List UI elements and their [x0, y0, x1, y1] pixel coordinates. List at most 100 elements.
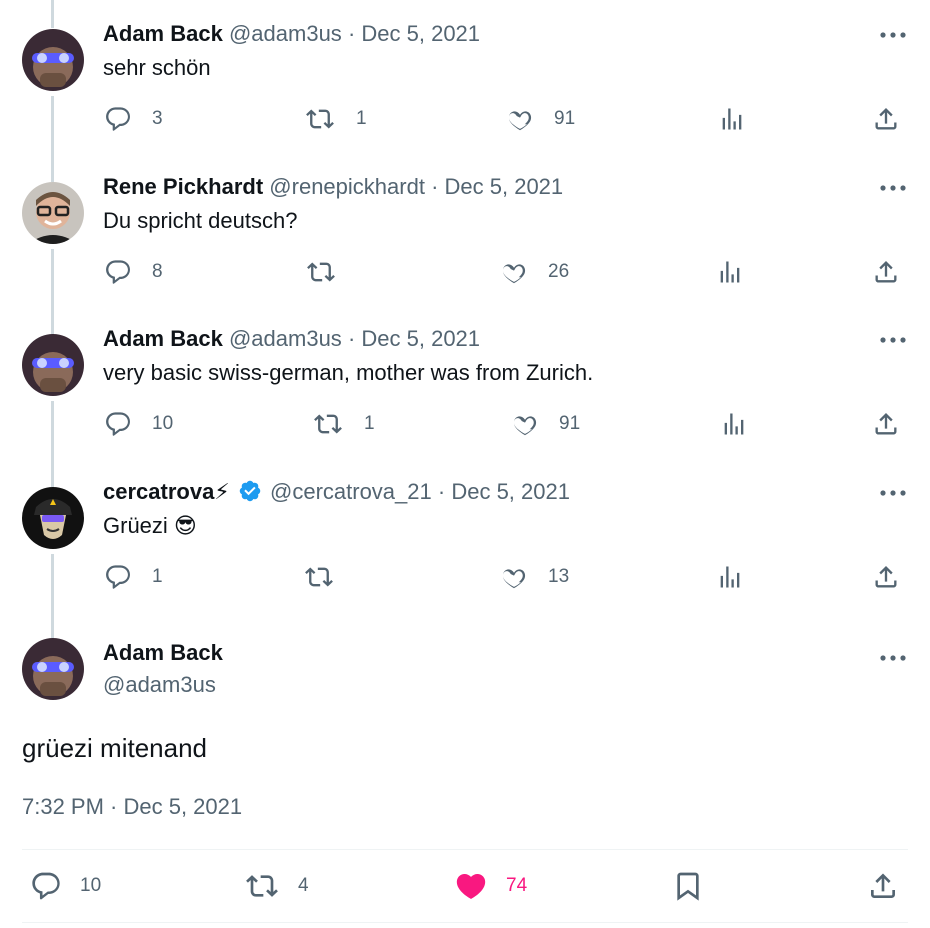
like-count: 91: [554, 108, 576, 129]
bookmark-button[interactable]: [672, 866, 704, 906]
like-icon: [500, 258, 528, 286]
more-icon[interactable]: [879, 650, 907, 661]
author-handle[interactable]: @adam3us: [229, 326, 342, 351]
views-icon: [718, 105, 746, 133]
retweet-button[interactable]: 1: [304, 103, 367, 135]
like-button[interactable]: 74: [454, 866, 527, 906]
thread-line: [51, 0, 54, 28]
like-icon: [500, 563, 528, 591]
reply-tweet[interactable]: Adam Back @adam3us · Dec 5, 2021 very ba…: [0, 326, 930, 486]
reply-button[interactable]: 10: [30, 866, 101, 906]
share-button[interactable]: [872, 256, 900, 288]
reply-tweet[interactable]: Rene Pickhardt @renepickhardt · Dec 5, 2…: [0, 174, 930, 334]
like-button[interactable]: 13: [500, 561, 569, 593]
views-button[interactable]: [718, 103, 746, 135]
views-icon: [720, 410, 748, 438]
tweet-header: Adam Back @adam3us · Dec 5, 2021: [103, 19, 480, 49]
more-icon[interactable]: [879, 180, 907, 191]
author-name[interactable]: Adam Back: [103, 326, 223, 351]
like-button[interactable]: 26: [500, 256, 569, 288]
views-button[interactable]: [720, 408, 748, 440]
like-icon: [454, 869, 488, 903]
author-name[interactable]: Adam Back: [103, 638, 223, 668]
tweet-text: sehr schön: [103, 55, 211, 80]
bookmark-icon: [672, 870, 704, 902]
reply-tweet[interactable]: cercatrova⚡ @cercatrova_21 · Dec 5, 2021…: [0, 479, 930, 639]
share-icon: [872, 410, 900, 438]
retweet-button[interactable]: 1: [312, 408, 375, 440]
avatar[interactable]: [22, 29, 84, 91]
share-icon: [872, 258, 900, 286]
retweet-icon: [305, 258, 337, 286]
reply-tweet[interactable]: Adam Back @adam3us · Dec 5, 2021 sehr sc…: [0, 21, 930, 181]
share-icon: [872, 105, 900, 133]
divider: [22, 849, 908, 850]
like-count: 26: [548, 261, 570, 282]
tweet-actions: 8 26: [0, 256, 930, 288]
separator: ·: [431, 174, 439, 199]
author-name[interactable]: cercatrova⚡: [103, 479, 230, 504]
avatar[interactable]: [22, 487, 84, 549]
author-handle[interactable]: @adam3us: [229, 21, 342, 46]
tweet-actions: 10 1 91: [0, 408, 930, 440]
reply-button[interactable]: 10: [104, 408, 173, 440]
tweet-actions: 1 13: [0, 561, 930, 593]
reply-icon: [104, 105, 132, 133]
author-name[interactable]: Rene Pickhardt: [103, 174, 263, 199]
reply-count: 1: [152, 566, 163, 587]
retweet-button[interactable]: [305, 256, 357, 288]
tweet-date[interactable]: Dec 5, 2021: [445, 174, 564, 199]
share-button[interactable]: [872, 103, 900, 135]
retweet-icon: [312, 410, 344, 438]
sunglasses-emoji: 😎: [173, 513, 197, 538]
avatar[interactable]: [22, 334, 84, 396]
tweet-text: Grüezi 😎: [103, 511, 197, 541]
retweet-count: 1: [364, 413, 375, 434]
main-tweet-header: Adam Back @adam3us: [0, 638, 930, 702]
main-tweet-timestamp[interactable]: 7:32 PM · Dec 5, 2021: [22, 792, 242, 822]
tweet-date[interactable]: Dec 5, 2021: [361, 21, 480, 46]
author-handle[interactable]: @renepickhardt: [269, 174, 425, 199]
reply-button[interactable]: 8: [104, 256, 163, 288]
tweet-text: very basic swiss-german, mother was from…: [103, 360, 594, 385]
views-button[interactable]: [716, 561, 744, 593]
like-icon: [511, 410, 539, 438]
separator: ·: [347, 21, 356, 46]
share-icon: [867, 870, 899, 902]
like-button[interactable]: 91: [506, 103, 575, 135]
tweet-date[interactable]: Dec 5, 2021: [361, 326, 480, 351]
more-icon[interactable]: [879, 485, 907, 496]
like-button[interactable]: 91: [511, 408, 580, 440]
more-icon[interactable]: [879, 332, 907, 343]
views-icon: [716, 563, 744, 591]
views-button[interactable]: [716, 256, 744, 288]
separator: ·: [347, 326, 356, 351]
reply-count: 10: [80, 875, 102, 896]
tweet-header: cercatrova⚡ @cercatrova_21 · Dec 5, 2021: [103, 477, 570, 511]
like-count: 91: [559, 413, 581, 434]
share-button[interactable]: [872, 408, 900, 440]
like-count: 13: [548, 566, 570, 587]
author-name[interactable]: Adam Back: [103, 21, 223, 46]
avatar[interactable]: [22, 638, 84, 700]
main-tweet-text: grüezi mitenand: [22, 733, 207, 763]
share-button[interactable]: [867, 866, 899, 906]
share-button[interactable]: [872, 561, 900, 593]
reply-button[interactable]: 1: [104, 561, 163, 593]
retweet-icon: [303, 563, 335, 591]
verified-badge-icon: [238, 479, 262, 511]
reply-count: 3: [152, 108, 163, 129]
author-handle[interactable]: @cercatrova_21: [270, 479, 432, 504]
tweet-date[interactable]: Dec 5, 2021: [451, 479, 570, 504]
more-icon[interactable]: [879, 27, 907, 38]
reply-icon: [104, 258, 132, 286]
retweet-button[interactable]: 4: [244, 866, 309, 906]
retweet-button[interactable]: [303, 561, 355, 593]
reply-button[interactable]: 3: [104, 103, 163, 135]
avatar[interactable]: [22, 182, 84, 244]
reply-count: 10: [152, 413, 174, 434]
retweet-count: 1: [356, 108, 367, 129]
tweet-header: Rene Pickhardt @renepickhardt · Dec 5, 2…: [103, 172, 563, 202]
share-icon: [872, 563, 900, 591]
author-handle[interactable]: @adam3us: [103, 670, 216, 700]
